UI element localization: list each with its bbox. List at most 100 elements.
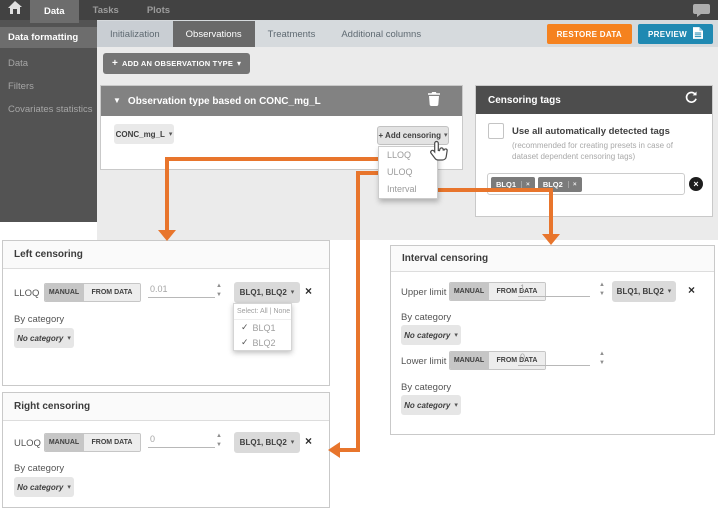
caret-down-icon: ▾ [291, 289, 295, 296]
tags-multiselect-dropdown: Select: All | None ✓ BLQ1 ✓ BLQ2 [233, 303, 292, 351]
lloq-value-stepper[interactable]: ▲ ▼ [216, 284, 222, 298]
lower-limit-stepper[interactable]: ▲ ▼ [599, 352, 605, 366]
tags-option-label: BLQ1 [253, 323, 276, 333]
tags-select-all-none[interactable]: Select: All | None [234, 304, 291, 320]
sidebar-item-covariates-statistics[interactable]: Covariates statistics [0, 102, 97, 117]
stepper-down-icon[interactable]: ▼ [599, 361, 605, 366]
sidebar-item-data-formatting[interactable]: Data formatting [0, 27, 97, 48]
uloq-source-toggle[interactable]: MANUAL FROM DATA [44, 433, 141, 452]
restore-data-button[interactable]: RESTORE DATA [547, 24, 632, 44]
use-auto-tags-label: Use all automatically detected tags [512, 126, 670, 137]
lloq-value-input[interactable] [148, 281, 215, 298]
manual-option[interactable]: MANUAL [45, 284, 83, 301]
lloq-source-toggle[interactable]: MANUAL FROM DATA [44, 283, 141, 302]
check-icon: ✓ [241, 337, 249, 348]
manual-option[interactable]: MANUAL [450, 352, 488, 369]
arrow-uloq-horizontal2 [339, 448, 360, 452]
mouse-cursor-hand-icon [429, 140, 449, 169]
remove-tag-icon[interactable]: × [568, 181, 577, 188]
category-value: No category [404, 401, 450, 410]
stepper-up-icon[interactable]: ▲ [216, 284, 222, 289]
preview-button-label: PREVIEW [648, 30, 687, 39]
stepper-down-icon[interactable]: ▼ [599, 292, 605, 297]
observation-type-panel-header[interactable]: ▼ Observation type based on CONC_mg_L [101, 86, 462, 116]
censoring-tags-panel: Censoring tags Use all automatically det… [475, 85, 713, 217]
observation-column-label: CONC_mg_L [116, 130, 165, 139]
caret-down-icon: ▾ [67, 484, 71, 491]
by-category-label: By category [401, 312, 451, 323]
uloq-value-stepper[interactable]: ▲ ▼ [216, 434, 222, 448]
by-category-label: By category [14, 314, 64, 325]
tags-option-blq1[interactable]: ✓ BLQ1 [234, 320, 291, 335]
feedback-bubble-icon[interactable] [693, 4, 710, 22]
from-data-option[interactable]: FROM DATA [83, 434, 140, 451]
use-auto-tags-checkbox[interactable] [488, 123, 504, 139]
tags-option-label: BLQ2 [253, 338, 276, 348]
close-icon: × [693, 180, 698, 189]
tab-treatments[interactable]: Treatments [255, 21, 329, 47]
top-tab-plots[interactable]: Plots [133, 0, 184, 20]
refresh-tags-button[interactable] [685, 91, 698, 109]
caret-down-icon: ▾ [454, 332, 458, 339]
add-observation-type-button[interactable]: + ADD AN OBSERVATION TYPE ▾ [103, 53, 250, 74]
upper-limit-tags-dropdown[interactable]: BLQ1, BLQ2 ▾ [612, 281, 676, 302]
lloq-label: LLOQ [14, 288, 39, 299]
caret-down-icon: ▾ [454, 402, 458, 409]
caret-down-icon: ▾ [668, 288, 672, 295]
tab-observations[interactable]: Observations [173, 21, 255, 47]
manual-option[interactable]: MANUAL [45, 434, 83, 451]
by-category-label: By category [401, 382, 451, 393]
remove-left-censoring-button[interactable]: × [305, 285, 312, 297]
top-navigation-bar: Data Tasks Plots [0, 0, 718, 20]
sidebar-item-filters[interactable]: Filters [0, 79, 97, 94]
remove-interval-censoring-button[interactable]: × [688, 284, 695, 296]
left-category-dropdown[interactable]: No category ▾ [14, 328, 74, 348]
add-censoring-label: + Add censoring [378, 131, 441, 140]
lloq-tags-dropdown[interactable]: BLQ1, BLQ2 ▾ [234, 282, 300, 303]
observation-column-dropdown[interactable]: CONC_mg_L ▾ [114, 124, 174, 144]
tab-additional-columns[interactable]: Additional columns [328, 21, 434, 47]
menu-item-interval[interactable]: Interval [379, 181, 437, 198]
preview-button[interactable]: PREVIEW [638, 24, 713, 44]
use-auto-tags-note: (recommended for creating presets in cas… [512, 141, 688, 163]
stepper-down-icon[interactable]: ▼ [216, 293, 222, 298]
caret-down-icon: ▾ [291, 439, 295, 446]
upper-category-dropdown[interactable]: No category ▾ [401, 325, 461, 345]
home-button[interactable] [0, 0, 30, 20]
stepper-down-icon[interactable]: ▼ [216, 443, 222, 448]
upper-tags-label: BLQ1, BLQ2 [617, 287, 664, 296]
censoring-tags-header: Censoring tags [476, 86, 712, 114]
stepper-up-icon[interactable]: ▲ [216, 434, 222, 439]
sidebar: Data formatting Data Filters Covariates … [0, 20, 97, 222]
top-tab-tasks[interactable]: Tasks [79, 0, 133, 20]
right-censoring-title: Right censoring [3, 393, 329, 421]
tags-option-blq2[interactable]: ✓ BLQ2 [234, 335, 291, 350]
manual-option[interactable]: MANUAL [450, 283, 488, 300]
upper-limit-stepper[interactable]: ▲ ▼ [599, 283, 605, 297]
sidebar-item-data[interactable]: Data [0, 56, 97, 71]
uloq-value-input[interactable] [148, 431, 215, 448]
interval-censoring-panel: Interval censoring Upper limit MANUAL FR… [390, 245, 715, 435]
left-censoring-title: Left censoring [3, 241, 329, 269]
arrow-interval-horizontal [437, 188, 551, 192]
clear-all-tags-button[interactable]: × [689, 177, 703, 191]
uloq-tags-label: BLQ1, BLQ2 [240, 438, 287, 447]
lower-category-dropdown[interactable]: No category ▾ [401, 395, 461, 415]
from-data-option[interactable]: FROM DATA [83, 284, 140, 301]
category-value: No category [17, 483, 63, 492]
lower-limit-input[interactable] [518, 349, 590, 366]
caret-down-icon: ▾ [444, 132, 448, 139]
upper-limit-input[interactable] [518, 280, 590, 297]
remove-right-censoring-button[interactable]: × [305, 435, 312, 447]
lloq-tags-label: BLQ1, BLQ2 [240, 288, 287, 297]
remove-tag-icon[interactable]: × [521, 181, 530, 188]
delete-observation-button[interactable] [428, 92, 440, 111]
uloq-tags-dropdown[interactable]: BLQ1, BLQ2 ▾ [234, 432, 300, 453]
document-icon [693, 27, 703, 41]
top-tab-data[interactable]: Data [30, 0, 79, 23]
tab-initialization[interactable]: Initialization [97, 21, 173, 47]
right-category-dropdown[interactable]: No category ▾ [14, 477, 74, 497]
stepper-up-icon[interactable]: ▲ [599, 283, 605, 288]
censoring-tags-title: Censoring tags [488, 95, 561, 106]
stepper-up-icon[interactable]: ▲ [599, 352, 605, 357]
